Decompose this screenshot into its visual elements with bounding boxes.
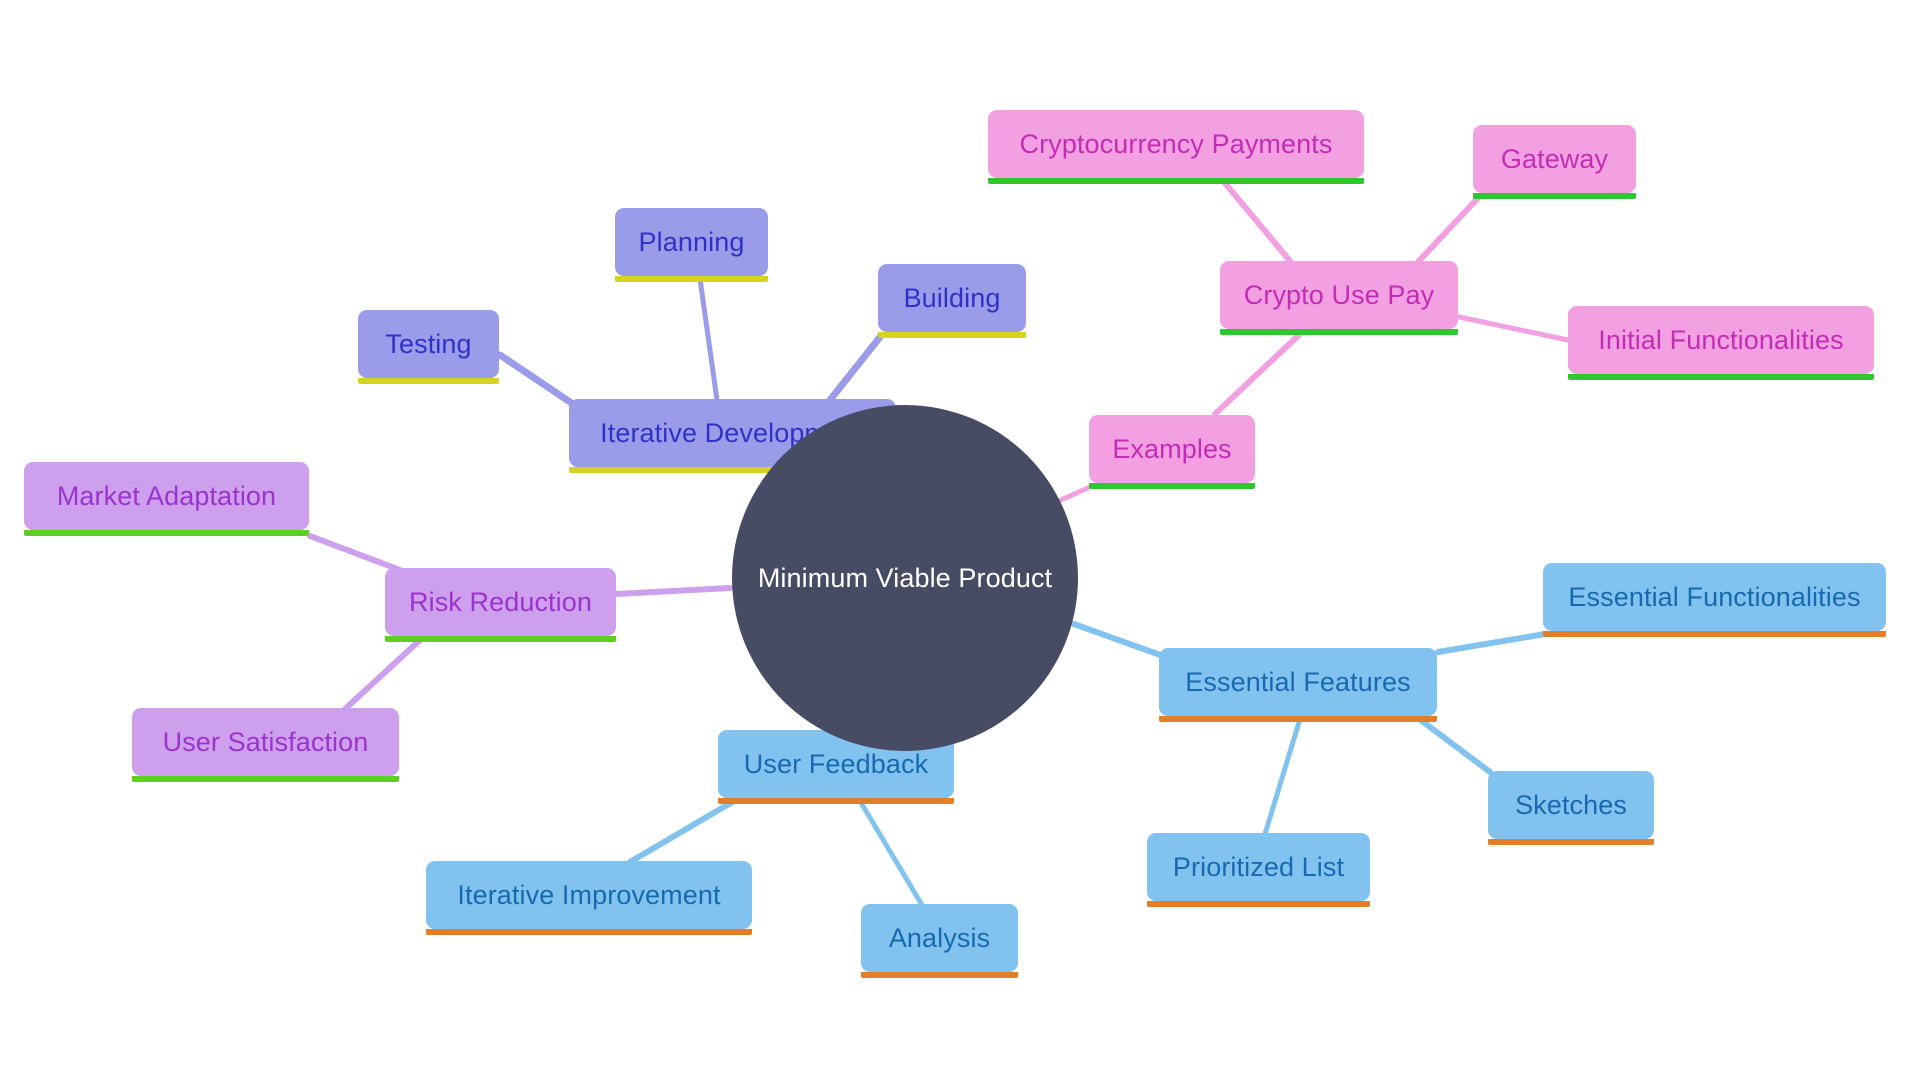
edge-essential-features-to-essential-functionalities <box>1435 631 1548 655</box>
node-sketches[interactable]: Sketches <box>1488 771 1654 845</box>
node-prioritized-list[interactable]: Prioritized List <box>1147 833 1370 907</box>
edge-risk-reduction-to-user-satisfaction <box>342 637 423 712</box>
node-label-essential-features: Essential Features <box>1185 666 1411 697</box>
edge-mvp-to-essential-features <box>1071 621 1163 658</box>
node-label-crypto-use-pay: Crypto Use Pay <box>1243 279 1435 310</box>
edge-crypto-use-pay-to-cryptocurrency-payments <box>1221 179 1293 264</box>
node-testing[interactable]: Testing <box>358 310 499 384</box>
edge-user-feedback-to-iterative-improvement <box>627 798 737 865</box>
mindmap-canvas: Iterative Development Planning Testing Buil… <box>0 0 1920 1080</box>
node-label-planning: Planning <box>638 226 745 257</box>
edge-iterative-development-to-building <box>826 333 884 404</box>
node-analysis[interactable]: Analysis <box>861 904 1018 978</box>
node-label-initial-functionalities: Initial Functionalities <box>1598 324 1844 355</box>
node-building[interactable]: Building <box>878 264 1026 338</box>
edge-crypto-use-pay-to-gateway <box>1415 195 1481 265</box>
node-label-testing: Testing <box>385 328 472 359</box>
edge-essential-features-to-sketches <box>1415 715 1493 775</box>
node-label-examples: Examples <box>1112 433 1232 464</box>
node-iterative-improvement[interactable]: Iterative Improvement <box>426 861 752 935</box>
node-label-cryptocurrency-payments: Cryptocurrency Payments <box>1019 128 1333 159</box>
node-label-gateway: Gateway <box>1500 143 1609 174</box>
node-crypto-use-pay[interactable]: Crypto Use Pay <box>1220 261 1458 335</box>
node-planning[interactable]: Planning <box>615 208 768 282</box>
edge-examples-to-crypto-use-pay <box>1212 331 1303 417</box>
node-label-user-feedback: User Feedback <box>743 748 929 779</box>
edge-mvp-to-risk-reduction <box>614 585 733 597</box>
node-user-satisfaction[interactable]: User Satisfaction <box>132 708 399 782</box>
node-examples[interactable]: Examples <box>1089 415 1255 489</box>
node-market-adaptation[interactable]: Market Adaptation <box>24 462 309 536</box>
edge-iterative-development-to-testing <box>496 351 577 408</box>
root-node-label: Minimum Viable Product <box>757 562 1053 593</box>
root-node-minimum-viable-product[interactable]: Minimum Viable Product <box>732 405 1078 751</box>
node-label-building: Building <box>903 282 1001 313</box>
edge-risk-reduction-to-market-adaptation <box>307 533 403 573</box>
edge-essential-features-to-prioritized-list <box>1262 716 1303 837</box>
node-label-user-satisfaction: User Satisfaction <box>162 726 369 757</box>
node-label-prioritized-list: Prioritized List <box>1172 851 1345 882</box>
node-cryptocurrency-payments[interactable]: Cryptocurrency Payments <box>988 110 1364 184</box>
edge-user-feedback-to-analysis <box>857 798 925 908</box>
edge-iterative-development-to-planning <box>697 276 720 403</box>
node-label-essential-functionalities: Essential Functionalities <box>1568 581 1861 612</box>
node-label-risk-reduction: Risk Reduction <box>409 586 592 617</box>
edge-crypto-use-pay-to-initial-functionalities <box>1456 314 1571 343</box>
node-risk-reduction[interactable]: Risk Reduction <box>385 568 616 642</box>
node-initial-functionalities[interactable]: Initial Functionalities <box>1568 306 1874 380</box>
node-label-market-adaptation: Market Adaptation <box>56 480 277 511</box>
node-essential-features[interactable]: Essential Features <box>1159 648 1437 722</box>
node-essential-functionalities[interactable]: Essential Functionalities <box>1543 563 1886 637</box>
node-label-iterative-improvement: Iterative Improvement <box>457 879 721 910</box>
edge-mvp-to-examples <box>1058 484 1093 503</box>
node-label-analysis: Analysis <box>888 922 991 953</box>
node-gateway[interactable]: Gateway <box>1473 125 1636 199</box>
node-label-sketches: Sketches <box>1515 789 1627 820</box>
